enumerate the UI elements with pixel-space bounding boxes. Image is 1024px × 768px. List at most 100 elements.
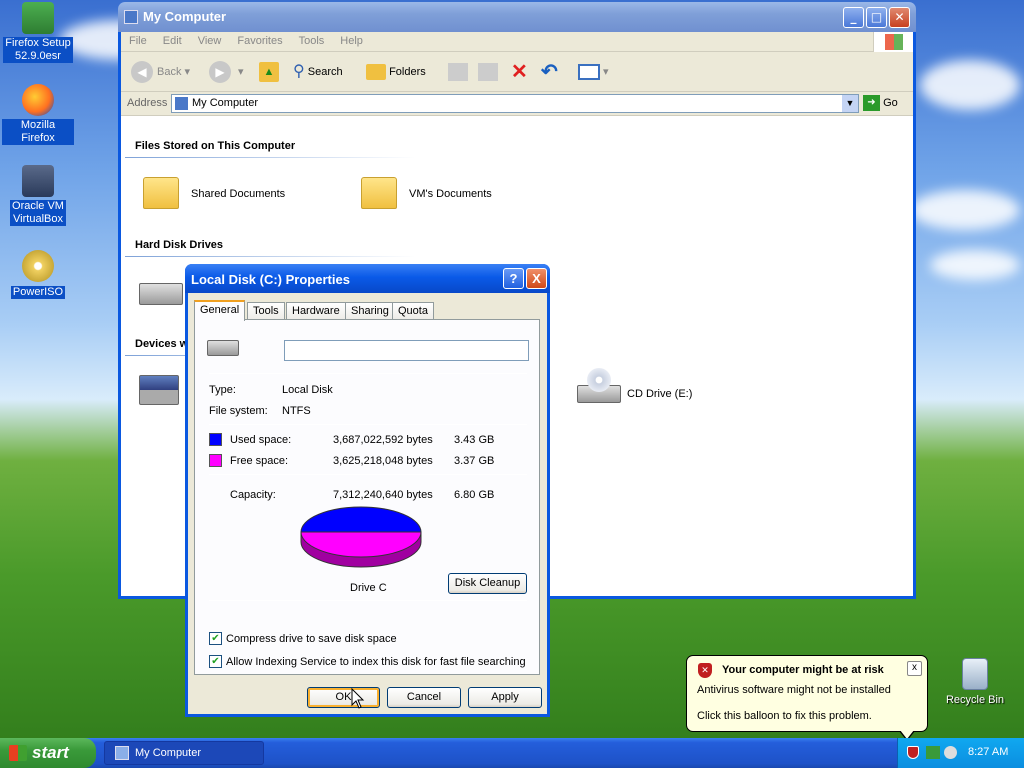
cancel-button[interactable]: Cancel	[387, 687, 461, 708]
tab-quota[interactable]: Quota	[392, 302, 434, 320]
desktop-icon-poweriso[interactable]: PowerISO	[2, 250, 74, 299]
menu-tools[interactable]: Tools	[291, 32, 333, 47]
go-button[interactable]: ➜ Go	[863, 95, 898, 111]
back-button[interactable]: ◀ Back ▾	[131, 60, 190, 84]
security-balloon[interactable]: ✕ Your computer might be at risk x Antiv…	[686, 655, 928, 741]
move-to-button[interactable]	[448, 60, 468, 84]
maximize-button[interactable]: □	[866, 7, 887, 28]
taskbar-item-my-computer[interactable]: My Computer	[104, 741, 264, 765]
menu-view[interactable]: View	[190, 32, 230, 47]
menu-help[interactable]: Help	[332, 32, 371, 47]
close-button[interactable]: ✕	[889, 7, 910, 28]
virtualbox-icon	[22, 165, 54, 197]
cd-disc-icon	[587, 368, 611, 392]
used-space-swatch	[209, 433, 222, 446]
move-to-icon	[448, 63, 468, 82]
apply-button[interactable]: Apply	[468, 687, 542, 708]
drive-name-field[interactable]	[284, 340, 529, 361]
type-label: Type:	[209, 384, 236, 396]
views-button[interactable]: ▾	[578, 60, 609, 84]
volume-icon[interactable]	[944, 746, 957, 759]
free-space-gb: 3.37 GB	[454, 455, 495, 467]
up-folder-icon: ▲	[259, 62, 279, 83]
undo-icon: ↶	[541, 61, 558, 83]
up-button[interactable]: ▲	[259, 60, 279, 84]
security-alert-icon[interactable]	[907, 746, 919, 759]
ok-button[interactable]: OK	[307, 687, 380, 708]
start-button[interactable]: start	[0, 738, 96, 768]
disc-icon	[22, 250, 54, 282]
window-title: My Computer	[143, 9, 227, 24]
go-arrow-icon: ➜	[863, 95, 880, 111]
capacity-bytes: 7,312,240,640 bytes	[333, 489, 433, 501]
balloon-title: Your computer might be at risk	[722, 664, 884, 676]
used-space-bytes: 3,687,022,592 bytes	[333, 434, 433, 446]
section-header-devices: Devices w	[135, 338, 189, 350]
tab-tools[interactable]: Tools	[247, 302, 285, 320]
recycle-bin-icon	[962, 658, 988, 690]
minimize-button[interactable]: _	[843, 7, 864, 28]
balloon-close-button[interactable]: x	[907, 661, 922, 676]
window-titlebar[interactable]: My Computer _ □ ✕	[118, 2, 916, 32]
desktop-icon-mozilla-firefox[interactable]: Mozilla Firefox	[2, 84, 74, 145]
desktop-icon-label: Recycle Bin	[945, 694, 1005, 706]
menu-favorites[interactable]: Favorites	[229, 32, 290, 47]
section-divider	[125, 256, 415, 257]
copy-to-button[interactable]	[478, 60, 498, 84]
help-button[interactable]: ?	[503, 268, 524, 289]
clock[interactable]: 8:27 AM	[968, 746, 1008, 758]
windows-flag-icon	[873, 32, 913, 52]
desktop-icon-label: Firefox Setup 52.9.0esr	[3, 37, 73, 63]
computer-icon	[124, 10, 138, 24]
floppy-drive-icon	[139, 375, 179, 405]
address-field[interactable]: My Computer ▼	[171, 94, 859, 113]
address-label: Address	[127, 97, 168, 109]
forward-arrow-icon: ▶	[209, 61, 231, 84]
menu-bar: File Edit View Favorites Tools Help	[121, 32, 913, 52]
desktop-icon-firefox-setup[interactable]: Firefox Setup 52.9.0esr	[2, 2, 74, 63]
folders-button[interactable]: Folders	[366, 60, 426, 84]
section-divider	[125, 157, 415, 158]
back-arrow-icon: ◀	[131, 61, 153, 84]
windows-logo-icon	[9, 745, 27, 761]
menu-file[interactable]: File	[121, 32, 155, 47]
menu-edit[interactable]: Edit	[155, 32, 190, 47]
file-system-value: NTFS	[282, 405, 311, 417]
used-space-gb: 3.43 GB	[454, 434, 495, 446]
dialog-title: Local Disk (C:) Properties	[191, 272, 350, 287]
separator	[209, 474, 527, 475]
address-dropdown-button[interactable]: ▼	[842, 95, 858, 112]
delete-button[interactable]: ✕	[511, 60, 528, 84]
search-button[interactable]: ⚲ Search	[293, 60, 343, 84]
indexing-checkbox[interactable]: ✔	[209, 655, 222, 668]
dialog-titlebar[interactable]: Local Disk (C:) Properties ? X	[185, 264, 550, 293]
delete-x-icon: ✕	[511, 61, 528, 83]
computer-icon	[175, 97, 188, 110]
compress-checkbox[interactable]: ✔	[209, 632, 222, 645]
network-icon[interactable]	[926, 746, 940, 759]
copy-to-icon	[478, 63, 498, 82]
type-value: Local Disk	[282, 384, 333, 396]
address-bar: Address My Computer ▼ ➜ Go	[121, 92, 913, 116]
system-tray: 8:27 AM	[897, 738, 1024, 768]
item-label: CD Drive (E:)	[627, 388, 693, 400]
properties-dialog: Local Disk (C:) Properties ? X General T…	[185, 264, 550, 717]
file-system-label: File system:	[209, 405, 268, 417]
dialog-close-button[interactable]: X	[526, 268, 547, 289]
forward-button[interactable]: ▶ ▾	[209, 60, 244, 84]
undo-button[interactable]: ↶	[541, 60, 558, 84]
separator	[209, 373, 527, 374]
security-shield-icon: ✕	[698, 663, 712, 678]
desktop-icon-virtualbox[interactable]: Oracle VM VirtualBox	[2, 165, 74, 226]
hard-drive-icon	[207, 340, 239, 356]
firefox-icon	[22, 84, 54, 116]
separator	[209, 600, 527, 601]
installer-icon	[22, 2, 54, 34]
capacity-label: Capacity:	[230, 489, 276, 501]
tab-sharing[interactable]: Sharing	[345, 302, 395, 320]
desktop-icon-recycle-bin[interactable]: Recycle Bin	[939, 658, 1011, 707]
separator	[209, 424, 527, 425]
disk-cleanup-button[interactable]: Disk Cleanup	[448, 573, 527, 594]
tab-general[interactable]: General	[194, 300, 246, 321]
tab-hardware[interactable]: Hardware	[286, 302, 346, 320]
